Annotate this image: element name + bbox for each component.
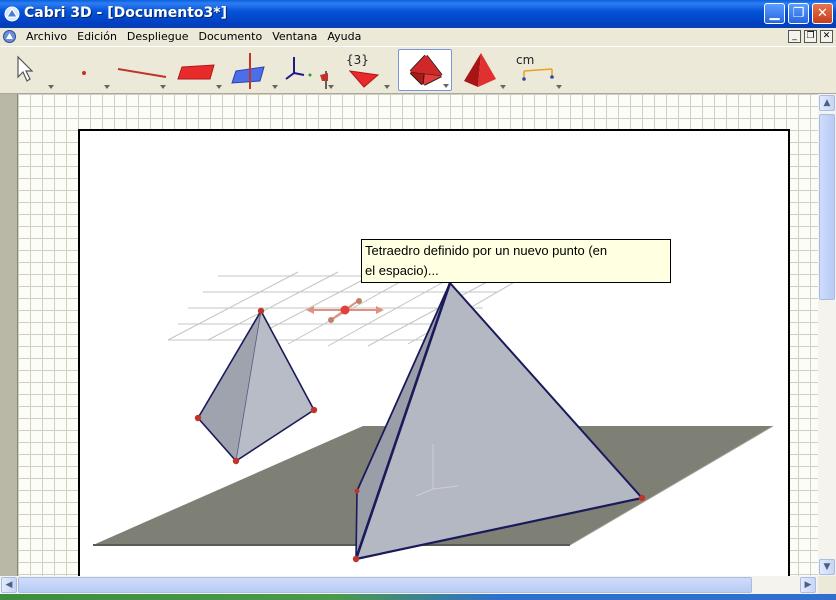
scroll-left-button[interactable]: ◀ xyxy=(1,577,17,593)
tool-pointer[interactable] xyxy=(2,49,56,91)
tool-measurement[interactable]: cm xyxy=(510,49,564,91)
restore-button[interactable]: ❐ xyxy=(788,3,809,24)
tool-regular-polyhedra[interactable] xyxy=(454,49,508,91)
tooltip-line-2: el espacio)... xyxy=(365,263,439,278)
taskbar-strip xyxy=(0,594,836,600)
tool-label: cm xyxy=(516,53,535,67)
close-icon: ✕ xyxy=(822,31,831,41)
title-bar: Cabri 3D - [Documento3*] ▁ ❐ ✕ xyxy=(0,0,836,28)
scrollbar-corner xyxy=(818,576,836,594)
left-margin xyxy=(0,94,18,576)
doc-close-button[interactable]: ✕ xyxy=(820,30,833,43)
cabri-app-icon[interactable] xyxy=(4,6,20,22)
close-icon: ✕ xyxy=(817,6,828,21)
restore-icon: ❐ xyxy=(792,6,805,21)
menu-ayuda[interactable]: Ayuda xyxy=(322,30,366,43)
window-title: Cabri 3D - [Documento3*] xyxy=(24,5,227,21)
chevron-left-icon: ◀ xyxy=(5,580,13,590)
menu-edicion[interactable]: Edición xyxy=(72,30,122,43)
tool-calculator[interactable]: {3} xyxy=(338,49,392,91)
menu-ventana[interactable]: Ventana xyxy=(267,30,322,43)
horizontal-scroll-thumb[interactable] xyxy=(18,577,752,593)
restore-icon: ❐ xyxy=(806,31,815,41)
tool-tooltip: Tetraedro definido por un nuevo punto (e… xyxy=(361,239,671,283)
tool-points[interactable] xyxy=(58,49,112,91)
horizontal-scrollbar[interactable]: ◀ ▶ xyxy=(0,576,818,594)
minimize-icon: _ xyxy=(792,31,797,41)
menu-despliegue[interactable]: Despliegue xyxy=(122,30,194,43)
chevron-up-icon: ▲ xyxy=(823,98,831,108)
tool-label: {3} xyxy=(346,53,369,67)
direction-arrows-icon[interactable] xyxy=(306,298,384,323)
vertical-scroll-thumb[interactable] xyxy=(819,114,835,300)
3d-scene[interactable] xyxy=(18,94,818,576)
doc-minimize-button[interactable]: _ xyxy=(788,30,801,43)
doc-restore-button[interactable]: ❐ xyxy=(804,30,817,43)
minimize-button[interactable]: ▁ xyxy=(764,3,785,24)
chevron-right-icon: ▶ xyxy=(804,580,812,590)
minimize-icon: ▁ xyxy=(769,6,780,21)
scroll-down-button[interactable]: ▼ xyxy=(819,559,835,575)
document-icon[interactable] xyxy=(2,29,17,44)
tooltip-line-1: Tetraedro definido por un nuevo punto (e… xyxy=(365,243,608,258)
workspace[interactable]: Tetraedro definido por un nuevo punto (e… xyxy=(18,94,818,576)
menu-bar: Archivo Edición Despliegue Documento Ven… xyxy=(0,28,836,46)
tool-perpendicular[interactable] xyxy=(226,49,280,91)
scroll-up-button[interactable]: ▲ xyxy=(819,95,835,111)
menu-documento[interactable]: Documento xyxy=(193,30,267,43)
small-tetrahedron[interactable] xyxy=(194,307,318,465)
scroll-right-button[interactable]: ▶ xyxy=(800,577,816,593)
tool-transformations[interactable] xyxy=(282,49,336,91)
tool-lines[interactable] xyxy=(114,49,168,91)
vertical-scrollbar[interactable]: ▲ ▼ xyxy=(818,94,836,576)
chevron-down-icon: ▼ xyxy=(823,562,831,572)
toolbar: {3} cm xyxy=(0,46,836,94)
tool-surfaces[interactable] xyxy=(170,49,224,91)
tool-polyhedra[interactable] xyxy=(398,49,452,91)
close-button[interactable]: ✕ xyxy=(812,3,833,24)
menu-archivo[interactable]: Archivo xyxy=(21,30,72,43)
